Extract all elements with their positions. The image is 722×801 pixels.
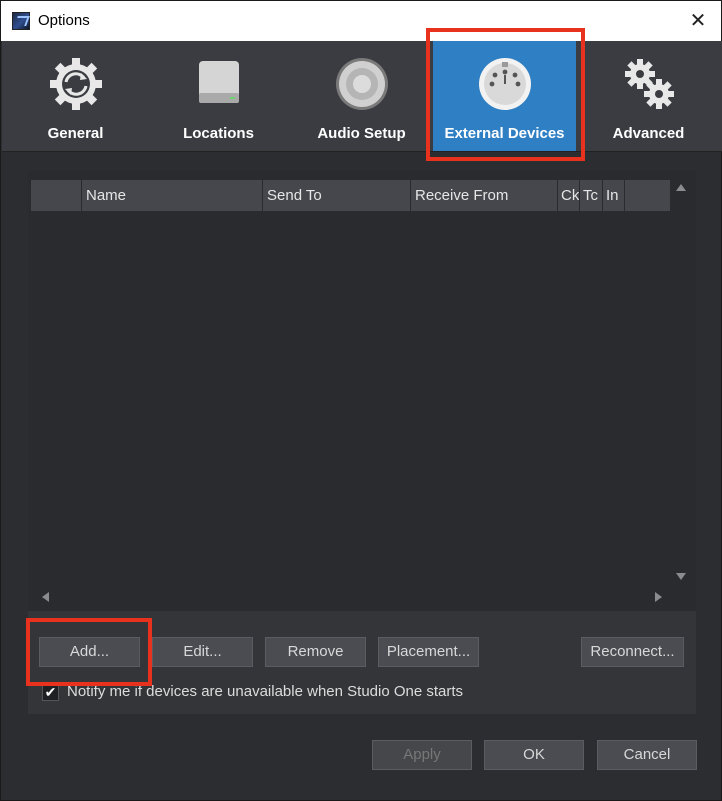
column-header-extra[interactable] [625,180,671,211]
scroll-right-arrow-icon[interactable] [655,592,662,602]
devices-table[interactable]: Name Send To Receive From Ck Tc In [28,171,696,611]
column-header-clock[interactable]: Ck [558,180,580,211]
placement-button[interactable]: Placement... [378,637,479,667]
scroll-down-arrow-icon[interactable] [676,573,686,580]
external-devices-panel: Name Send To Receive From Ck Tc In [28,171,696,714]
table-header: Name Send To Receive From Ck Tc In [31,180,671,211]
category-tabs: General Locations Audio Setup External D… [2,41,722,151]
hard-drive-icon [198,61,239,103]
edit-button[interactable]: Edit... [152,637,253,667]
sync-gear-icon [49,58,102,110]
tab-external-devices-label: External Devices [444,125,565,142]
gears-icon [624,59,674,109]
column-header-timecode[interactable]: Tc [580,180,603,211]
tab-advanced[interactable]: Advanced [577,41,720,151]
column-header-instrument[interactable]: In [603,180,625,211]
column-header-name[interactable]: Name [82,180,263,211]
midi-connector-icon [478,58,531,110]
tab-divider [2,151,722,152]
column-header-send-to[interactable]: Send To [263,180,411,211]
tab-locations-label: Locations [183,125,254,142]
cancel-button[interactable]: Cancel [597,740,697,770]
title-bar: Options ✕ [1,1,721,41]
notify-checkbox[interactable]: ✔ [42,684,59,701]
window-title: Options [38,12,90,29]
tab-audio-setup[interactable]: Audio Setup [290,41,433,151]
apply-button[interactable]: Apply [372,740,472,770]
column-header-receive-from[interactable]: Receive From [411,180,558,211]
tab-general-label: General [47,125,104,142]
speaker-icon [335,58,388,110]
tab-audio-setup-label: Audio Setup [317,125,406,142]
notify-label: Notify me if devices are unavailable whe… [67,683,464,700]
tab-locations[interactable]: Locations [147,41,290,151]
remove-button[interactable]: Remove [265,637,366,667]
scroll-up-arrow-icon[interactable] [676,184,686,191]
options-dialog: Options ✕ General Locations Audio Setup … [0,0,722,801]
ok-button[interactable]: OK [484,740,584,770]
reconnect-button[interactable]: Reconnect... [581,637,684,667]
add-button[interactable]: Add... [39,637,140,667]
column-header-select[interactable] [31,180,82,211]
tab-general[interactable]: General [4,41,147,151]
tab-external-devices[interactable]: External Devices [433,41,576,151]
studio-one-app-icon [12,12,30,30]
close-icon[interactable]: ✕ [686,9,710,33]
scroll-left-arrow-icon[interactable] [42,592,49,602]
tab-advanced-label: Advanced [612,125,685,142]
